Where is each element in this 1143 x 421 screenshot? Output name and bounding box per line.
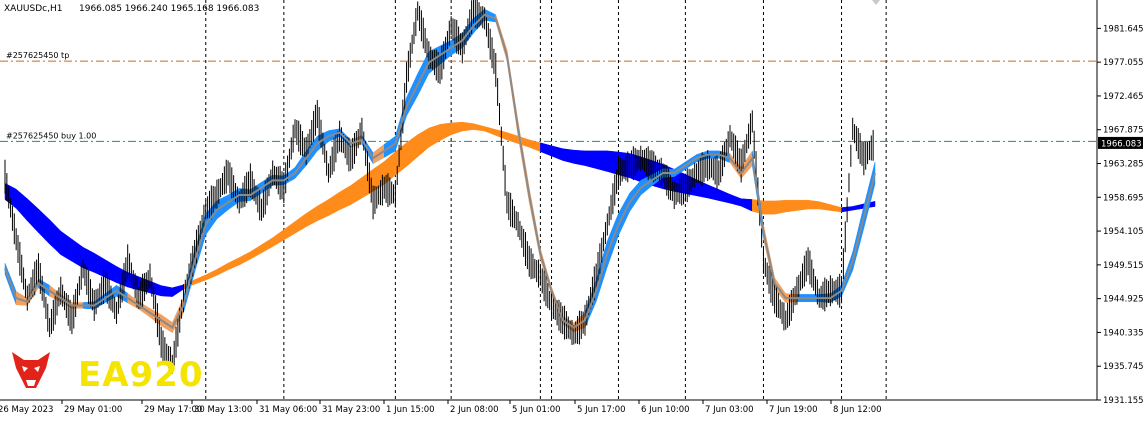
slow-band-segment <box>785 199 798 213</box>
slow-band-segment <box>595 150 608 172</box>
price-axis-label: 1963.285 <box>1103 160 1143 170</box>
price-tag-value: 1966.083 <box>1101 139 1142 149</box>
time-axis-label: 26 May 2023 <box>0 405 53 415</box>
time-axis-label: 31 May 06:00 <box>259 405 317 415</box>
current-price-tag: 1966.083 <box>1098 136 1143 149</box>
slow-band-segment <box>160 285 173 297</box>
slow-band-segment <box>796 199 809 211</box>
ea920-logo: EA920 <box>12 352 204 395</box>
price-axis-label: 1949.515 <box>1103 261 1143 271</box>
price-axis-label: 1977.055 <box>1103 58 1143 68</box>
price-axis-label: 1944.925 <box>1103 295 1143 305</box>
price-axis-label: 1954.105 <box>1103 227 1143 237</box>
time-axis-label: 7 Jun 19:00 <box>769 405 818 415</box>
symbol-label: XAUUSDc,H1 <box>4 4 62 14</box>
slow-band-segment <box>573 149 586 166</box>
order-line-label: #257625450 tp <box>6 51 69 60</box>
price-axis-label: 1931.155 <box>1103 396 1143 406</box>
ohlc-readout: 1966.085 1966.240 1965.168 1966.083 <box>79 4 259 14</box>
order-line-label: #257625450 buy 1.00 <box>6 131 96 140</box>
time-axis-label: 29 May 01:00 <box>64 405 122 415</box>
price-axis-label: 1935.745 <box>1103 362 1143 372</box>
logo-text: EA920 <box>78 355 204 395</box>
time-axis-label: 1 Jun 15:00 <box>386 405 435 415</box>
time-axis-label: 5 Jun 17:00 <box>577 405 626 415</box>
slow-band-segment <box>774 199 787 215</box>
slow-band-segment <box>462 121 474 132</box>
time-axis-label: 7 Jun 03:00 <box>705 405 754 415</box>
price-axis-label: 1958.695 <box>1103 193 1143 203</box>
price-axis-label: 1981.645 <box>1103 24 1143 34</box>
price-axis-label: 1940.335 <box>1103 328 1143 338</box>
time-axis-label: 30 May 13:00 <box>194 405 252 415</box>
time-axis-label: 5 Jun 01:00 <box>512 405 561 415</box>
time-axis-label: 2 Jun 08:00 <box>450 405 499 415</box>
chart-area[interactable]: #257625450 tp #257625450 buy 1.00 1981.64… <box>0 0 1143 417</box>
price-axis-label: 1967.875 <box>1103 126 1143 136</box>
time-axis-label: 6 Jun 10:00 <box>641 405 690 415</box>
slow-band-segment <box>807 199 820 210</box>
time-axis-label: 8 Jun 12:00 <box>833 405 882 415</box>
slow-band-segment <box>584 150 597 169</box>
price-axis-label: 1972.465 <box>1103 92 1143 102</box>
time-axis-label: 31 May 23:00 <box>322 405 380 415</box>
slow-band-segment <box>763 200 775 215</box>
bull-badge-icon <box>12 352 50 388</box>
